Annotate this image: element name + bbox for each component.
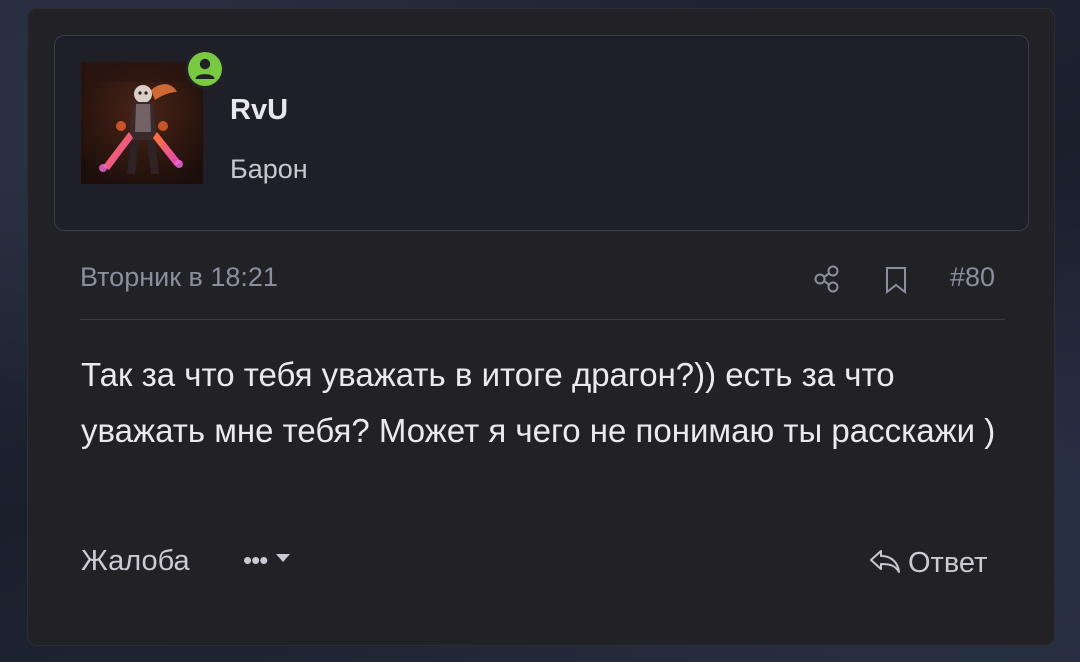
caret-down-icon xyxy=(275,551,291,569)
post-number-link[interactable]: #80 xyxy=(950,262,995,293)
share-icon[interactable] xyxy=(811,263,843,295)
reply-label: Ответ xyxy=(908,546,988,579)
avatar[interactable] xyxy=(81,62,203,184)
post-card: RvU Барон Вторник в 18:21 #80 Так за что… xyxy=(27,8,1055,646)
online-status-badge xyxy=(185,49,225,89)
more-dots-icon: ••• xyxy=(243,545,268,575)
avatar-image xyxy=(81,62,203,184)
post-date[interactable]: Вторник в 18:21 xyxy=(80,262,278,293)
user-online-icon xyxy=(188,52,222,86)
username[interactable]: RvU xyxy=(230,96,288,125)
bookmark-icon[interactable] xyxy=(881,265,911,295)
more-actions-menu[interactable]: ••• xyxy=(243,547,291,573)
post-meta-bar: Вторник в 18:21 #80 xyxy=(80,262,1005,320)
report-button[interactable]: Жалоба xyxy=(81,545,190,578)
reply-button[interactable]: Ответ xyxy=(868,546,987,581)
post-message-text: Так за что тебя уважать в итоге драгон?)… xyxy=(81,356,996,449)
user-rank-title: Барон xyxy=(230,154,308,184)
user-info-box: RvU Барон xyxy=(54,35,1029,231)
reply-arrow-icon xyxy=(868,546,902,581)
